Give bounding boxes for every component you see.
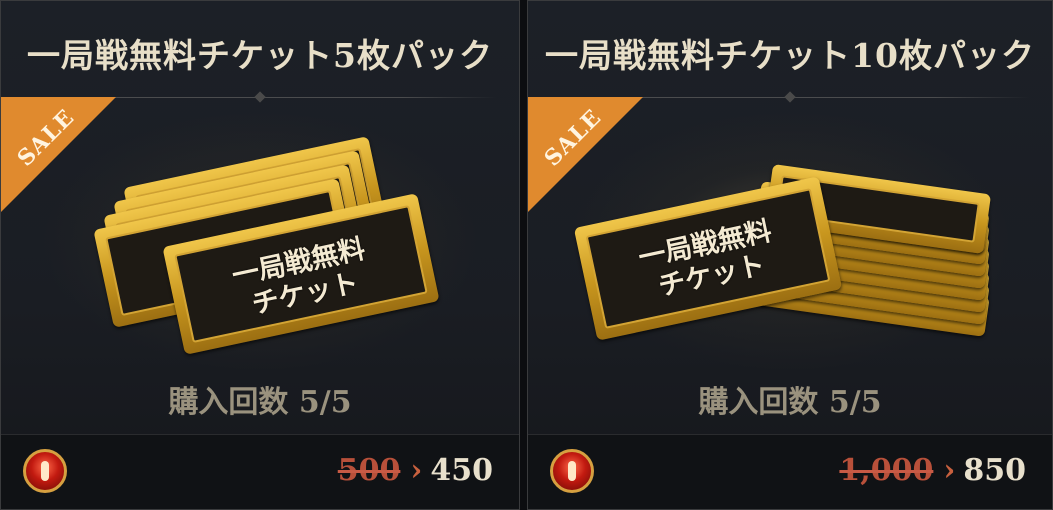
purchase-count: 購入回数 5/5 — [168, 385, 352, 420]
pack-card-10[interactable]: 一局戦無料チケット10枚パック SALE 一局戦無料 チケット 購入回数 5/5… — [527, 0, 1053, 510]
pack-title: 一局戦無料チケット10枚パック — [545, 36, 1035, 75]
ticket-stack-icon: 一局戦無料 チケット — [528, 131, 1052, 361]
currency-gem-icon — [550, 449, 594, 493]
price: 1,000 › 850 — [839, 453, 1026, 488]
price-footer: 1,000 › 850 — [528, 434, 1052, 509]
currency-gem-icon — [23, 449, 67, 493]
ticket-label: 一局戦無料 チケット — [229, 233, 368, 321]
divider-ornament — [254, 91, 266, 103]
pack-card-5[interactable]: 一局戦無料チケット5枚パック SALE 一局戦無料 チケット 購入回数 5/5 … — [0, 0, 520, 510]
price-footer: 500 › 450 — [1, 434, 519, 509]
arrow-icon: › — [410, 453, 423, 488]
price: 500 › 450 — [338, 453, 493, 488]
ticket-label: 一局戦無料 チケット — [635, 215, 775, 303]
old-price: 500 — [337, 453, 401, 488]
divider-ornament — [784, 91, 796, 103]
arrow-icon: › — [943, 453, 956, 488]
ticket-stack-icon: 一局戦無料 チケット — [1, 131, 519, 361]
old-price: 1,000 — [839, 453, 934, 488]
pack-title: 一局戦無料チケット5枚パック — [27, 36, 493, 75]
purchase-count: 購入回数 5/5 — [698, 385, 882, 420]
new-price: 850 — [963, 453, 1026, 488]
new-price: 450 — [430, 453, 493, 488]
